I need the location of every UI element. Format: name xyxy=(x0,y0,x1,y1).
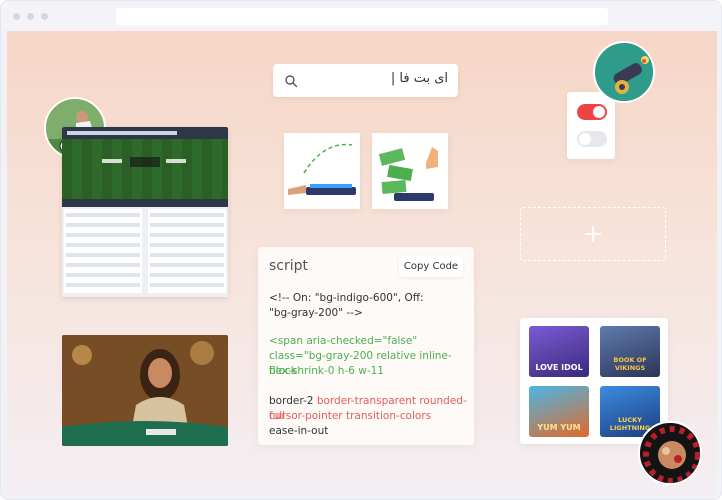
plus-icon[interactable] xyxy=(583,224,603,244)
browser-chrome xyxy=(1,1,721,31)
game-tile[interactable]: LOVE IDOL xyxy=(529,326,589,377)
game-tile[interactable]: BOOK OF VIKINGS xyxy=(600,326,660,377)
window-dot xyxy=(13,13,20,20)
code-line: "bg-gray-200" --> xyxy=(269,307,363,319)
toggle-knob xyxy=(593,106,605,118)
games-grid: LOVE IDOL BOOK OF VIKINGS YUM YUM LUCKY … xyxy=(520,318,668,444)
code-line: flex-shrink-0 h-6 w-11 xyxy=(269,365,384,377)
illustration-card-deposit xyxy=(284,133,360,209)
code-snippet-card: script Copy Code <!-- On: "bg-indigo-600… xyxy=(258,247,474,445)
code-line: <span aria-checked="false" xyxy=(269,335,418,347)
search-input[interactable]: ای بت فا | xyxy=(391,71,448,86)
cannon-avatar xyxy=(593,41,655,103)
toggle-on[interactable] xyxy=(577,104,607,120)
sportsbook-preview xyxy=(62,127,228,297)
address-bar[interactable] xyxy=(116,8,608,25)
illustration-card-cash xyxy=(372,133,448,209)
betting-screenshot xyxy=(62,127,228,297)
live-casino-image xyxy=(62,335,228,446)
code-line: cursor-pointer transition-colors xyxy=(269,410,432,422)
window-dot xyxy=(27,13,34,20)
game-tile[interactable]: YUM YUM xyxy=(529,386,589,437)
search-icon[interactable] xyxy=(284,74,298,88)
search-bar[interactable]: ای بت فا | xyxy=(273,64,458,97)
dealer-illustration xyxy=(62,335,228,446)
add-dropzone[interactable] xyxy=(520,207,666,261)
code-line: ease-in-out xyxy=(269,425,329,437)
game-title: LOVE IDOL xyxy=(535,363,583,372)
toggle-off[interactable] xyxy=(577,131,607,147)
toggle-card xyxy=(567,92,615,159)
game-title: BOOK OF VIKINGS xyxy=(613,356,647,372)
roulette-avatar xyxy=(638,421,702,485)
browser-window: ای بت فا | script Copy Code <!-- On: "bg… xyxy=(0,0,722,500)
window-dot xyxy=(41,13,48,20)
cash-icon xyxy=(372,133,448,209)
code-token: border-2 xyxy=(269,395,317,407)
game-title: YUM YUM xyxy=(537,423,581,432)
copy-code-button[interactable]: Copy Code xyxy=(399,256,463,277)
code-line: <!-- On: "bg-indigo-600", Off: xyxy=(269,292,424,304)
phone-money-icon xyxy=(284,133,360,209)
code-title: script xyxy=(269,258,309,274)
toggle-knob xyxy=(579,133,591,145)
